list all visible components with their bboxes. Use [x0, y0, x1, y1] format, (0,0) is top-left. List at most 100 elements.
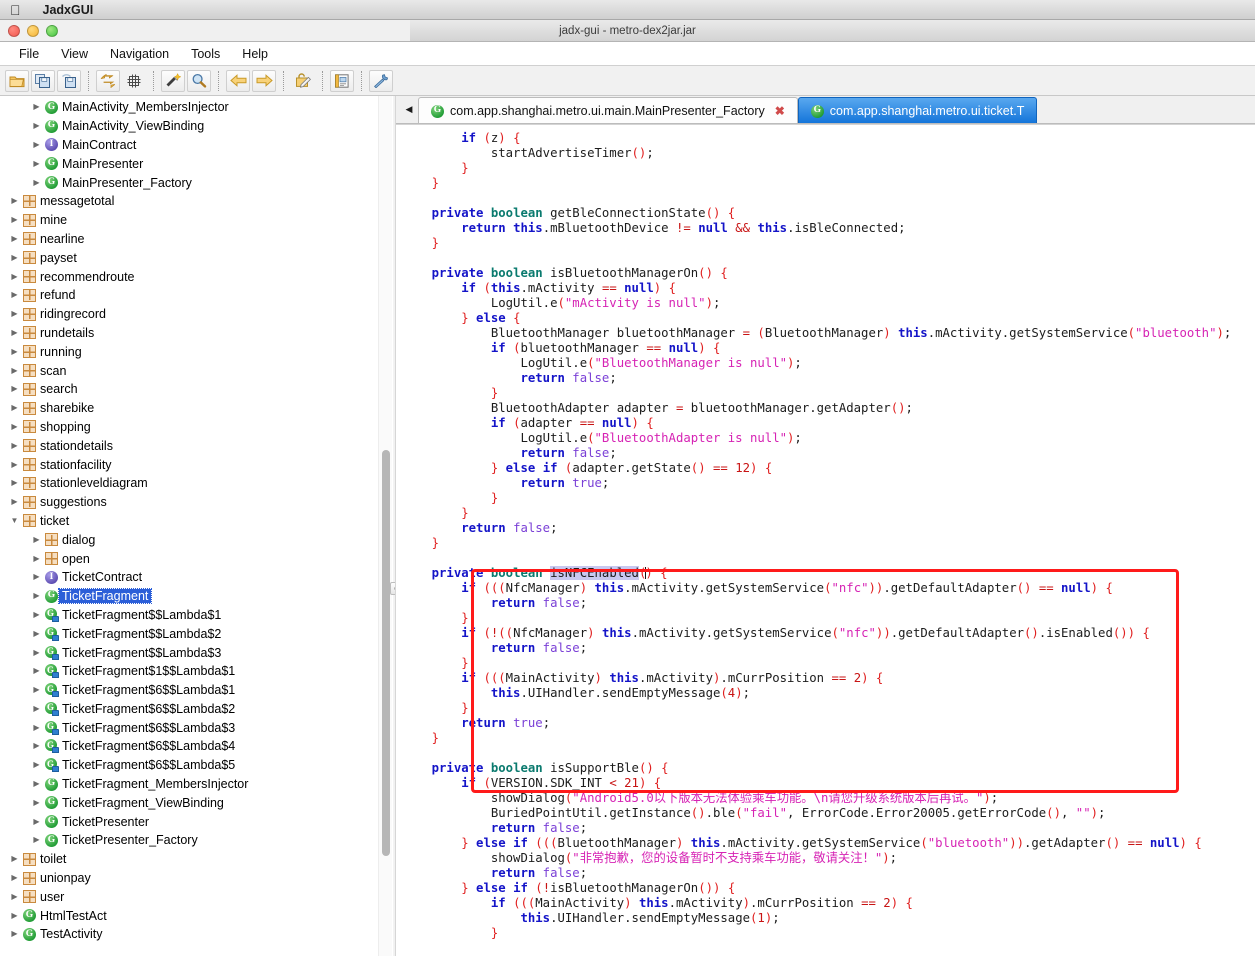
tree-node[interactable]: ▶ stationfacility — [0, 455, 378, 474]
zoom-window-button[interactable] — [46, 24, 58, 37]
chevron-right-icon[interactable]: ▶ — [30, 159, 43, 168]
tree-node[interactable]: ▶ toilet — [0, 850, 378, 869]
chevron-right-icon[interactable]: ▶ — [30, 761, 43, 769]
close-window-button[interactable] — [8, 24, 20, 37]
tree-node[interactable]: ▶ G TicketFragment — [0, 587, 378, 606]
tab-scroll-left-button[interactable]: ◀ — [400, 96, 418, 123]
chevron-right-icon[interactable]: ▶ — [30, 535, 43, 544]
chevron-right-icon[interactable]: ▶ — [8, 930, 21, 938]
chevron-right-icon[interactable]: ▶ — [8, 272, 21, 281]
tree-node[interactable]: ▶ G TicketFragment_MembersInjector — [0, 775, 378, 794]
sync-icon[interactable] — [96, 69, 120, 92]
chevron-right-icon[interactable]: ▶ — [8, 347, 21, 356]
chevron-down-icon[interactable]: ▼ — [8, 516, 21, 525]
tree-node[interactable]: ▶ G TicketPresenter_Factory — [0, 831, 378, 850]
chevron-right-icon[interactable]: ▶ — [30, 686, 43, 694]
chevron-right-icon[interactable]: ▶ — [30, 554, 43, 563]
search-text-icon[interactable] — [187, 69, 211, 92]
tree-node[interactable]: ▶ G TicketFragment$1$$Lambda$1 — [0, 662, 378, 681]
open-file-icon[interactable] — [5, 69, 29, 92]
menu-help[interactable]: Help — [231, 45, 279, 63]
chevron-right-icon[interactable]: ▶ — [8, 216, 21, 224]
chevron-right-icon[interactable]: ▶ — [30, 610, 43, 619]
chevron-right-icon[interactable]: ▶ — [8, 422, 21, 431]
minimize-window-button[interactable] — [27, 24, 39, 37]
log-viewer-icon[interactable] — [330, 69, 354, 92]
tree-node[interactable]: ▶ rundetails — [0, 324, 378, 343]
tree-node[interactable]: ▶ running — [0, 342, 378, 361]
editor-tab-ticket-fragment[interactable]: G com.app.shanghai.metro.ui.ticket.T — [797, 97, 1038, 123]
tree-node[interactable]: ▶ stationleveldiagram — [0, 474, 378, 493]
tree-node[interactable]: ▶ I TicketContract — [0, 568, 378, 587]
tree-vertical-scrollbar[interactable] — [378, 96, 392, 956]
menu-tools[interactable]: Tools — [180, 45, 231, 63]
chevron-right-icon[interactable]: ▶ — [30, 667, 43, 675]
tree-node[interactable]: ▶ open — [0, 549, 378, 568]
tree-node[interactable]: ▶ stationdetails — [0, 436, 378, 455]
tree-node[interactable]: ▶ recommendroute — [0, 267, 378, 286]
tree-node[interactable]: ▶ G TestActivity — [0, 925, 378, 944]
save-all-icon[interactable] — [31, 69, 55, 92]
chevron-right-icon[interactable]: ▶ — [30, 742, 43, 750]
active-app-name[interactable]: JadxGUI — [43, 3, 94, 17]
chevron-right-icon[interactable]: ▶ — [30, 140, 43, 149]
tree-node[interactable]: ▶ nearline — [0, 230, 378, 249]
chevron-right-icon[interactable]: ▶ — [30, 836, 43, 844]
preferences-icon[interactable] — [369, 69, 393, 92]
flatten-packages-icon[interactable] — [122, 70, 146, 92]
chevron-right-icon[interactable]: ▶ — [30, 592, 43, 600]
tree-scrollbar-thumb[interactable] — [382, 450, 390, 856]
menu-navigation[interactable]: Navigation — [99, 45, 180, 63]
deobfuscation-icon[interactable] — [291, 70, 315, 92]
chevron-right-icon[interactable]: ▶ — [8, 892, 21, 901]
code-viewer[interactable]: if (z) { startAdvertiseTimer(); } } priv… — [396, 124, 1255, 956]
chevron-right-icon[interactable]: ▶ — [8, 404, 21, 412]
chevron-right-icon[interactable]: ▶ — [8, 460, 21, 469]
tree-node[interactable]: ▶ G TicketFragment_ViewBinding — [0, 793, 378, 812]
chevron-right-icon[interactable]: ▶ — [30, 648, 43, 657]
chevron-right-icon[interactable]: ▶ — [8, 498, 21, 506]
tree-node[interactable]: ▶ G TicketFragment$$Lambda$3 — [0, 643, 378, 662]
search-code-icon[interactable] — [161, 69, 185, 92]
tree-node[interactable]: ▶ suggestions — [0, 493, 378, 512]
tree-node[interactable]: ▶ refund — [0, 286, 378, 305]
chevron-right-icon[interactable]: ▶ — [8, 911, 21, 920]
back-icon[interactable] — [226, 69, 250, 92]
chevron-right-icon[interactable]: ▶ — [30, 122, 43, 130]
chevron-right-icon[interactable]: ▶ — [8, 291, 21, 299]
editor-tab-main-presenter-factory[interactable]: G com.app.shanghai.metro.ui.main.MainPre… — [418, 97, 798, 123]
tree-node[interactable]: ▶ unionpay — [0, 869, 378, 888]
chevron-right-icon[interactable]: ▶ — [8, 855, 21, 863]
tree-node[interactable]: ▶ G HtmlTestAct — [0, 906, 378, 925]
tree-node[interactable]: ▶ messagetotal — [0, 192, 378, 211]
chevron-right-icon[interactable]: ▶ — [30, 798, 43, 807]
tree-node[interactable]: ▶ G TicketFragment$6$$Lambda$3 — [0, 718, 378, 737]
tree-node[interactable]: ▶ G TicketFragment$$Lambda$2 — [0, 624, 378, 643]
chevron-right-icon[interactable]: ▶ — [30, 704, 43, 713]
chevron-right-icon[interactable]: ▶ — [30, 780, 43, 788]
close-icon[interactable]: ✖ — [775, 104, 785, 118]
chevron-right-icon[interactable]: ▶ — [8, 253, 21, 262]
tree-node[interactable]: ▶ G TicketFragment$6$$Lambda$5 — [0, 756, 378, 775]
chevron-right-icon[interactable]: ▶ — [8, 479, 21, 487]
chevron-right-icon[interactable]: ▶ — [30, 103, 43, 111]
tree-node[interactable]: ▶ payset — [0, 248, 378, 267]
tree-node[interactable]: ▶ G TicketPresenter — [0, 812, 378, 831]
tree-node[interactable]: ▶ dialog — [0, 530, 378, 549]
chevron-right-icon[interactable]: ▶ — [8, 385, 21, 393]
chevron-right-icon[interactable]: ▶ — [8, 234, 21, 243]
tree-node[interactable]: ▶ shopping — [0, 418, 378, 437]
chevron-right-icon[interactable]: ▶ — [30, 573, 43, 581]
tree-node[interactable]: ▶ G MainActivity_ViewBinding — [0, 117, 378, 136]
export-gradle-icon[interactable] — [57, 69, 81, 92]
menu-view[interactable]: View — [50, 45, 99, 63]
tree-node[interactable]: ▶ scan — [0, 361, 378, 380]
tree-node[interactable]: ▶ I MainContract — [0, 136, 378, 155]
menu-file[interactable]: File — [8, 45, 50, 63]
tree-node[interactable]: ▶ G MainPresenter_Factory — [0, 173, 378, 192]
tree-node[interactable]: ▶ G TicketFragment$6$$Lambda$4 — [0, 737, 378, 756]
chevron-right-icon[interactable]: ▶ — [30, 629, 43, 638]
apple-logo-icon[interactable]:  — [10, 3, 21, 17]
tree-node[interactable]: ▶ G MainActivity_MembersInjector — [0, 98, 378, 117]
chevron-right-icon[interactable]: ▶ — [8, 197, 21, 205]
